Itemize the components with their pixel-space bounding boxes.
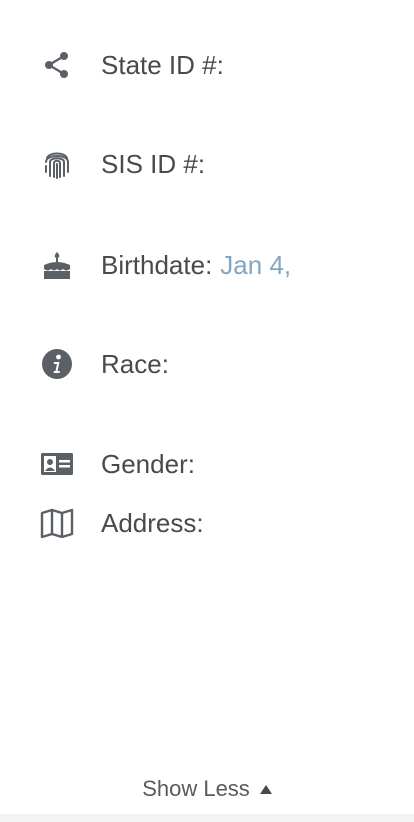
- share-icon: [40, 48, 74, 82]
- state-id-field: State ID #:: [101, 45, 232, 85]
- gender-row: Gender:: [0, 444, 414, 484]
- birthdate-row: Birthdate: Jan 4,: [0, 245, 414, 285]
- birthdate-field: Birthdate: Jan 4,: [101, 245, 291, 285]
- birthday-cake-icon: [40, 248, 74, 282]
- race-row: Race:: [0, 344, 414, 384]
- bottom-divider: [0, 814, 414, 822]
- birthdate-label: Birthdate:: [101, 250, 213, 280]
- gender-field: Gender:: [101, 444, 203, 484]
- student-details-panel: State ID #: SIS ID #: Birthdate: Jan 4, …: [0, 0, 414, 822]
- birthdate-value[interactable]: Jan 4,: [220, 250, 291, 280]
- sis-id-field: SIS ID #:: [101, 144, 213, 184]
- show-less-label: Show Less: [142, 776, 250, 801]
- race-field: Race:: [101, 344, 177, 384]
- gender-label: Gender:: [101, 449, 195, 479]
- map-icon: [40, 506, 74, 540]
- show-less-button[interactable]: Show Less: [142, 776, 272, 802]
- fingerprint-icon: [40, 147, 74, 181]
- sis-id-label: SIS ID #:: [101, 149, 206, 179]
- address-label: Address:: [101, 508, 204, 538]
- state-id-label: State ID #:: [101, 50, 224, 80]
- address-field: Address:: [101, 503, 212, 543]
- id-card-icon: [40, 447, 74, 481]
- state-id-row: State ID #:: [0, 45, 414, 85]
- info-circle-icon: [40, 347, 74, 381]
- address-row: Address:: [0, 503, 414, 543]
- details-footer: Show Less: [0, 770, 414, 808]
- race-label: Race:: [101, 349, 169, 379]
- sis-id-row: SIS ID #:: [0, 144, 414, 184]
- caret-up-icon: [259, 784, 272, 794]
